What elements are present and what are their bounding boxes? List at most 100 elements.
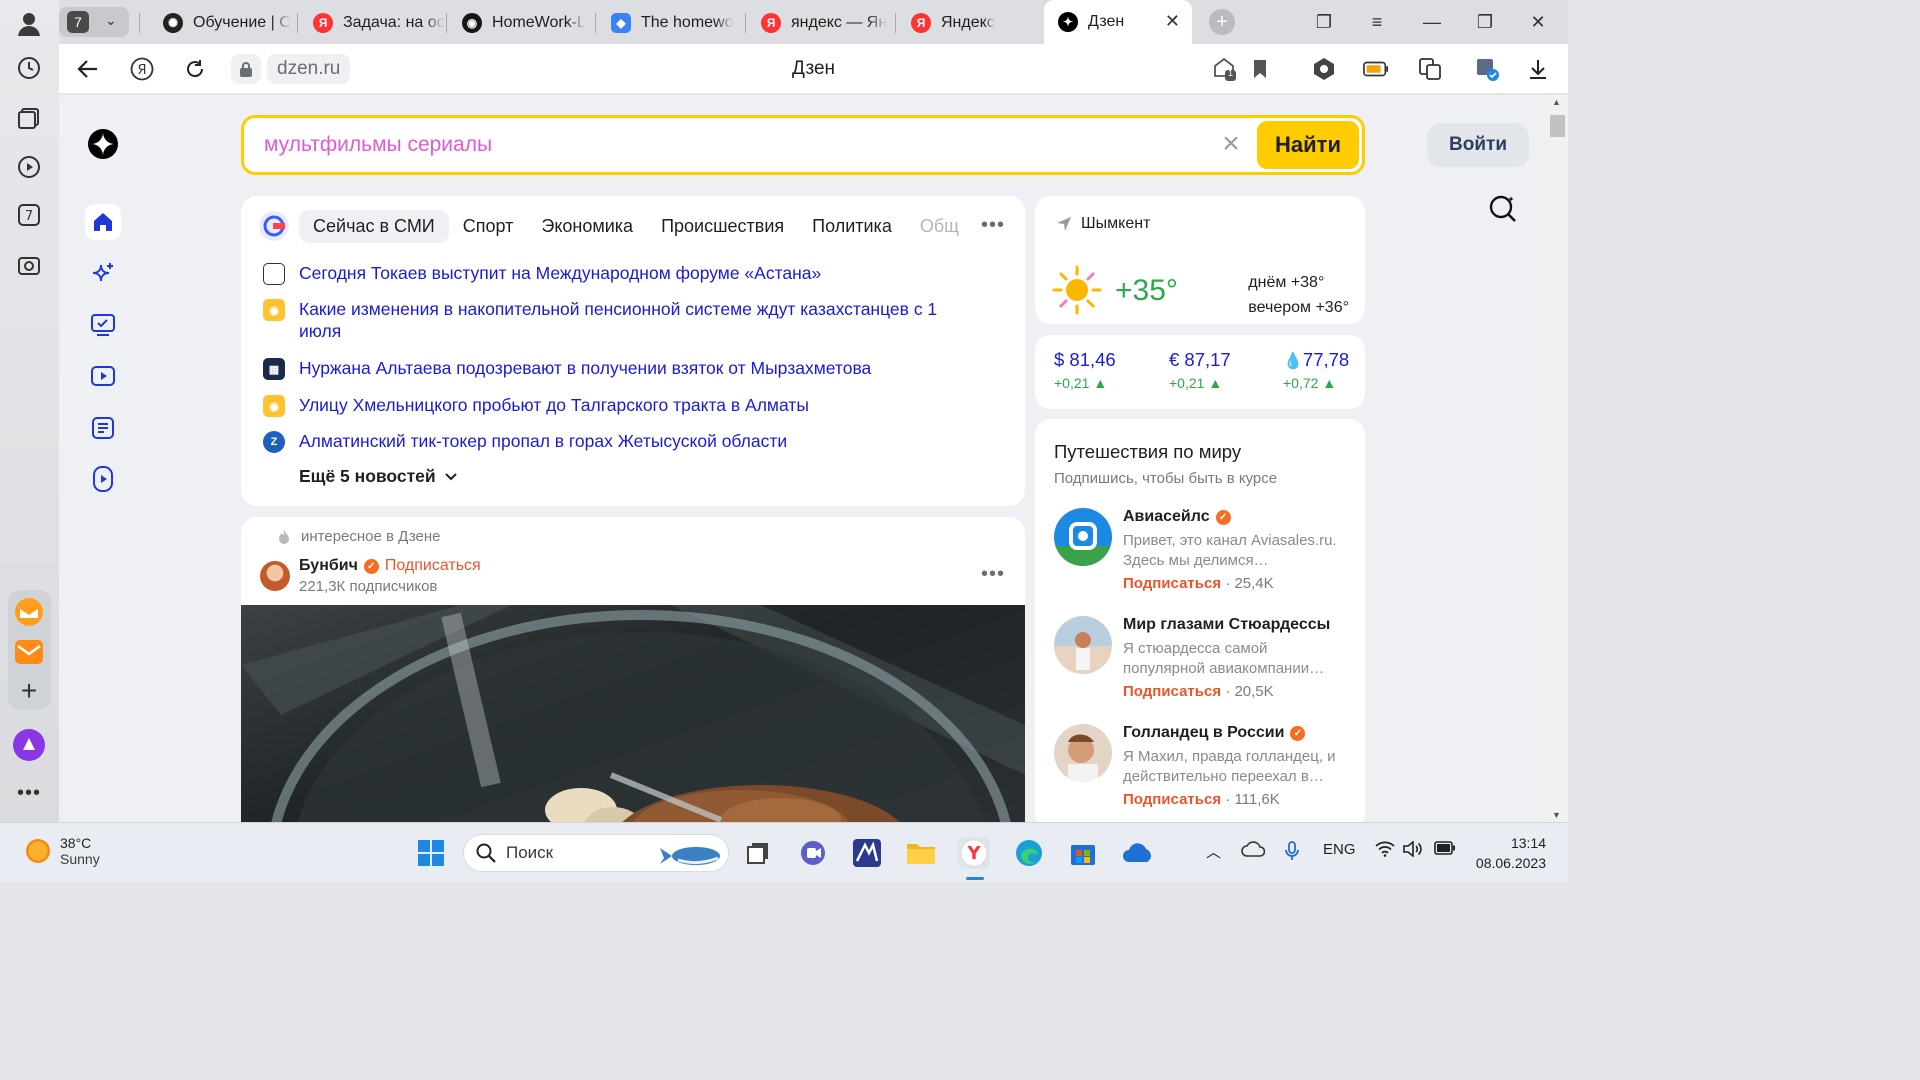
store-icon[interactable] — [1067, 837, 1099, 869]
scrollbar-thumb[interactable] — [1550, 115, 1565, 137]
post-image[interactable] — [241, 605, 1025, 822]
tab-counter-icon[interactable]: 7 — [14, 200, 44, 230]
microphone-icon[interactable] — [1285, 841, 1299, 865]
clear-search-icon[interactable]: × — [1219, 129, 1243, 159]
video-icon[interactable] — [85, 358, 121, 394]
teams-chat-icon[interactable] — [797, 837, 829, 869]
task-view-icon[interactable] — [742, 837, 774, 869]
channel-avatar[interactable] — [1054, 724, 1112, 782]
tab-5[interactable]: Я яндекс — Ян — [747, 6, 895, 40]
tab-6[interactable]: Я Яндекс — [897, 6, 1045, 40]
search-button[interactable]: Найти — [1257, 121, 1359, 169]
translate-icon[interactable] — [1417, 56, 1443, 82]
news-item[interactable]: Z Алматинский тик-токер пропал в горах Ж… — [263, 430, 943, 453]
url-field[interactable]: dzen.ru — [231, 54, 351, 84]
lock-icon[interactable] — [231, 54, 261, 84]
close-tab-icon[interactable]: ✕ — [1165, 11, 1180, 32]
subscriptions-icon[interactable] — [85, 307, 121, 343]
news-tab-incidents[interactable]: Происшествия — [647, 210, 798, 243]
rate-eur[interactable]: € 87,17 +0,21 ▲ — [1169, 349, 1231, 391]
extension-check-icon[interactable] — [1474, 56, 1500, 82]
subscribe-button[interactable]: Подписаться — [1123, 575, 1221, 592]
edge-icon[interactable] — [1013, 837, 1045, 869]
sparkle-icon[interactable] — [85, 256, 121, 292]
dzen-logo-icon[interactable] — [88, 129, 118, 159]
search-bar[interactable]: мультфильмы сериалы × Найти — [241, 115, 1365, 175]
app-icon[interactable] — [851, 837, 883, 869]
extension-hex-icon[interactable] — [1311, 56, 1337, 82]
tab-4[interactable]: ◆ The homewo — [597, 6, 745, 40]
download-icon[interactable] — [1525, 56, 1551, 82]
news-headline[interactable]: Какие изменения в накопительной пенсионн… — [299, 298, 943, 342]
mail-inbox-icon[interactable] — [10, 633, 48, 671]
battery-icon[interactable] — [1434, 841, 1456, 859]
search-input[interactable]: мультфильмы сериалы — [264, 133, 492, 157]
onedrive-icon[interactable] — [1121, 837, 1155, 869]
play-icon[interactable] — [14, 152, 44, 182]
screenshot-icon[interactable] — [14, 250, 44, 280]
news-more-icon[interactable]: ••• — [981, 214, 1005, 237]
tab-2[interactable]: Я Задача: на ос — [299, 6, 447, 40]
more-icon[interactable]: ••• — [10, 774, 48, 812]
reload-icon[interactable] — [182, 56, 208, 82]
minimize-icon[interactable]: — — [1420, 10, 1444, 34]
profile-icon[interactable] — [14, 8, 44, 38]
news-tab-economy[interactable]: Экономика — [527, 210, 647, 243]
channel-avatar[interactable] — [1054, 508, 1112, 566]
yandex-browser-icon[interactable]: Y — [958, 837, 990, 869]
shorts-icon[interactable] — [85, 461, 121, 497]
scroll-up-icon[interactable]: ▲ — [1552, 97, 1561, 107]
history-icon[interactable] — [14, 53, 44, 83]
restore-icon[interactable]: ❐ — [1473, 10, 1497, 34]
bookmark-icon[interactable] — [1247, 56, 1273, 82]
subscribe-button[interactable]: Подписаться — [1123, 683, 1221, 700]
tabs-badge-icon[interactable]: 1 — [1211, 56, 1237, 82]
volume-icon[interactable] — [1403, 840, 1423, 861]
news-headline[interactable]: Алматинский тик-токер пропал в горах Жет… — [299, 430, 787, 453]
news-tab-now[interactable]: Сейчас в СМИ — [299, 209, 449, 243]
articles-icon[interactable] — [85, 410, 121, 446]
tray-chevron-up-icon[interactable]: ︿ — [1206, 841, 1221, 862]
channel-avatar[interactable] — [1054, 616, 1112, 674]
channel-name-text[interactable]: Авиасейлс — [1123, 508, 1210, 526]
tab-group-button[interactable]: 7 ⌄ — [59, 7, 129, 37]
yandex-logo-icon[interactable]: Я — [129, 56, 155, 82]
back-icon[interactable] — [75, 56, 101, 82]
alice-icon[interactable] — [10, 726, 48, 764]
add-app-icon[interactable]: + — [10, 672, 48, 710]
login-button[interactable]: Войти — [1427, 123, 1529, 167]
scroll-down-icon[interactable]: ▼ — [1552, 810, 1561, 820]
news-item[interactable]: ◉ Улицу Хмельницкого пробьют до Талгарск… — [263, 394, 943, 417]
channel-name-text[interactable]: Голландец в России — [1123, 724, 1284, 742]
news-item[interactable]: ▦ Нуржана Альтаева подозревают в получен… — [263, 357, 943, 380]
mail-app-icon[interactable] — [10, 593, 48, 631]
news-item[interactable]: ◉ Какие изменения в накопительной пенсио… — [263, 298, 943, 342]
battery-saver-icon[interactable] — [1363, 56, 1389, 82]
rate-usd[interactable]: $ 81,46 +0,21 ▲ — [1054, 349, 1116, 391]
news-tab-politics[interactable]: Политика — [798, 210, 906, 243]
page-scrollbar[interactable]: ▲ ▼ — [1547, 95, 1568, 822]
close-window-icon[interactable]: ✕ — [1526, 10, 1550, 34]
news-headline[interactable]: Улицу Хмельницкого пробьют до Талгарског… — [299, 394, 809, 417]
rate-oil[interactable]: 💧77,78 +0,72 ▲ — [1283, 349, 1349, 391]
weather-widget[interactable]: Шымкент +35° днём +38° вечером +36° — [1035, 196, 1365, 324]
news-tab-society[interactable]: Общ — [906, 210, 973, 243]
channel-name-text[interactable]: Мир глазами Стюардессы — [1123, 616, 1330, 634]
news-item[interactable]: Сегодня Токаев выступит на Международном… — [263, 262, 943, 285]
language-indicator[interactable]: ENG — [1323, 841, 1356, 858]
channels-title[interactable]: Путешествия по миру — [1054, 441, 1241, 463]
taskbar-weather[interactable]: 38°C Sunny — [26, 835, 100, 867]
tab-1[interactable]: ✺ Обучение | C — [149, 6, 319, 40]
windows-start-icon[interactable] — [415, 837, 447, 869]
post-more-icon[interactable]: ••• — [981, 563, 1005, 586]
news-tab-sport[interactable]: Спорт — [449, 210, 528, 243]
news-headline[interactable]: Сегодня Токаев выступит на Международном… — [299, 262, 821, 285]
tab-dzen-active[interactable]: ✦ Дзен ✕ — [1044, 0, 1192, 44]
more-news-button[interactable]: Ещё 5 новостей — [299, 466, 458, 487]
collections-icon[interactable] — [14, 103, 44, 133]
news-headline[interactable]: Нуржана Альтаева подозревают в получении… — [299, 357, 871, 380]
subscribe-button[interactable]: Подписаться — [1123, 791, 1221, 808]
home-icon[interactable] — [85, 204, 121, 240]
taskbar-clock[interactable]: 13:14 08.06.2023 — [1476, 833, 1546, 873]
new-tab-icon[interactable]: + — [1209, 9, 1235, 35]
